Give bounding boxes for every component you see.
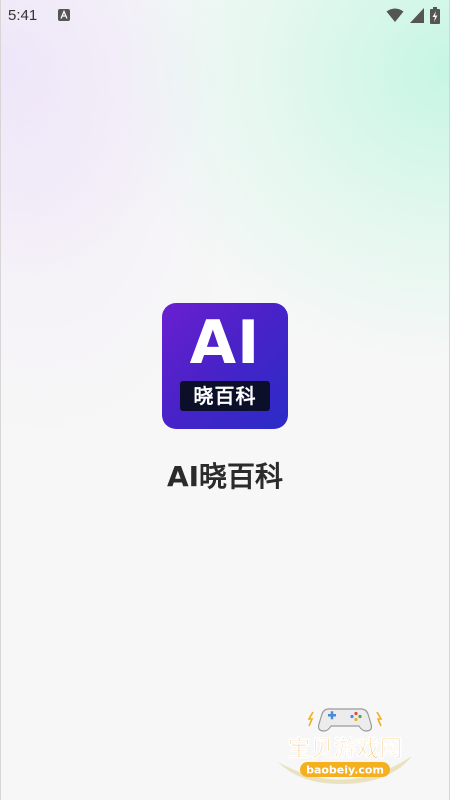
logo-ai-text: AI bbox=[189, 308, 261, 378]
status-bar: 5:41 bbox=[0, 0, 450, 30]
battery-charging-icon bbox=[430, 6, 440, 24]
status-time: 5:41 bbox=[8, 7, 38, 24]
wifi-icon bbox=[386, 8, 404, 22]
status-icons bbox=[386, 6, 440, 24]
gamepad-icon bbox=[307, 708, 383, 732]
app-name: AI晓百科 bbox=[166, 460, 284, 493]
app-logo: AI 晓百科 bbox=[162, 303, 288, 429]
screen-edge-left bbox=[0, 0, 1, 800]
logo-sub-label: 晓百科 bbox=[180, 381, 270, 411]
notification-a-icon bbox=[58, 9, 70, 21]
watermark-logo: 宝贝游戏网 baobeiy.com bbox=[278, 708, 412, 784]
signal-icon bbox=[410, 7, 424, 23]
watermark-url: baobeiy.com bbox=[306, 764, 384, 777]
watermark-title: 宝贝游戏网 bbox=[288, 735, 403, 762]
